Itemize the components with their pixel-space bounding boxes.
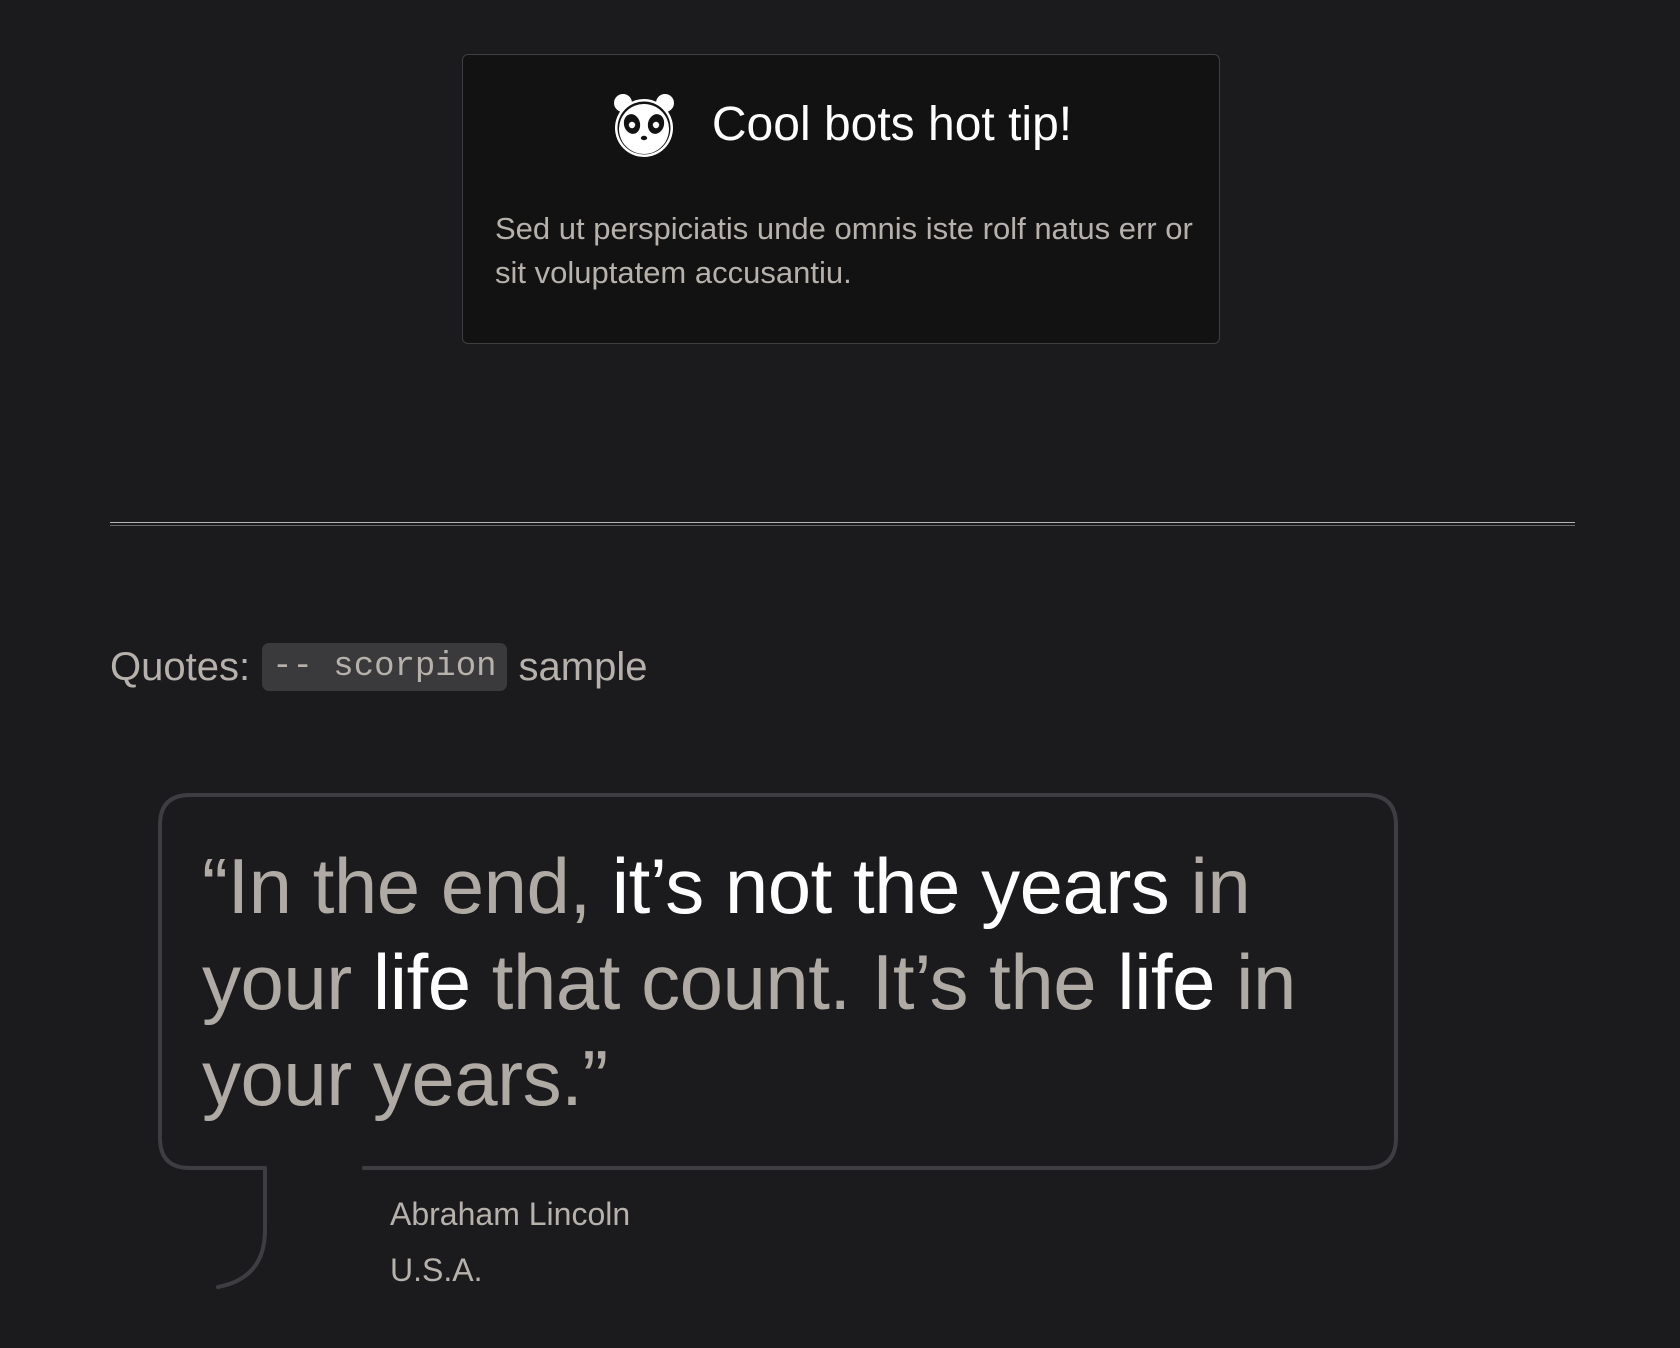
quote-segment: that count. It’s the xyxy=(470,938,1118,1026)
quote-author: Abraham Lincoln xyxy=(390,1196,631,1232)
quote-highlight: it’s not the years xyxy=(611,842,1170,930)
quote-segment: “In the end, xyxy=(202,842,612,930)
quote-country: U.S.A. xyxy=(390,1252,483,1288)
quote-bubble xyxy=(158,793,1398,1289)
quote-text: “In the end, it’s not the years in your … xyxy=(202,838,1372,1126)
quote-highlight: life xyxy=(372,938,471,1026)
quote-highlight: life xyxy=(1117,938,1215,1026)
